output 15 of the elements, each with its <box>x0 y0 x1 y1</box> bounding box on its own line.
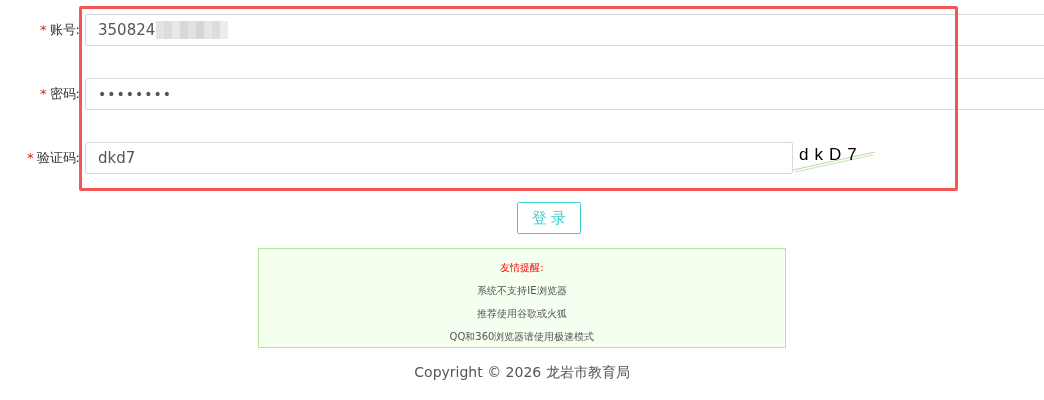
notice-title: 友情提醒: <box>500 261 544 275</box>
required-mark: * <box>27 149 34 168</box>
required-mark: * <box>40 21 47 40</box>
password-field[interactable]: •••••••• <box>85 78 1044 110</box>
notice-line: 推荐使用谷歌或火狐 <box>477 307 567 321</box>
field-label: 验证码: <box>36 149 80 168</box>
field-label: 账号: <box>49 21 80 40</box>
captcha-image[interactable]: dkD7 <box>793 142 875 174</box>
captcha-field[interactable]: dkd7 <box>85 142 793 174</box>
required-mark: * <box>40 85 47 104</box>
notice-line: 系统不支持IE浏览器 <box>477 284 567 298</box>
field-label: 密码: <box>49 85 80 104</box>
copyright-text: Copyright © 2026 龙岩市教育局 <box>414 363 630 382</box>
notice-line: QQ和360浏览器请使用极速模式 <box>449 330 595 344</box>
account-field[interactable]: 350824 <box>85 14 1044 46</box>
